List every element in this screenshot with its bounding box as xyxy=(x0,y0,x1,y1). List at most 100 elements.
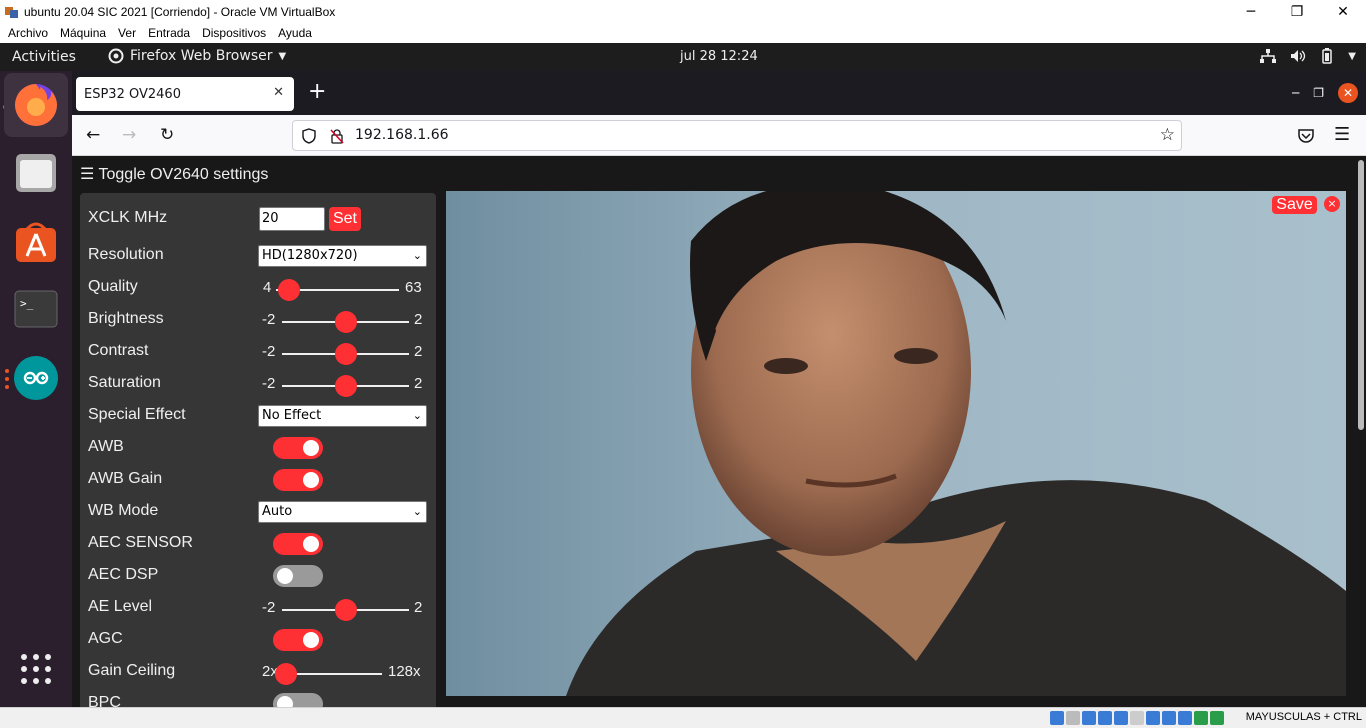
menu-dispositivos[interactable]: Dispositivos xyxy=(196,26,272,40)
recording-icon[interactable] xyxy=(1162,711,1176,725)
aec-sensor-toggle[interactable] xyxy=(273,533,323,555)
dock-terminal[interactable]: >_ xyxy=(4,277,68,341)
clock[interactable]: jul 28 12:24 xyxy=(680,49,758,64)
bpc-toggle[interactable] xyxy=(273,693,323,707)
quality-slider-thumb[interactable] xyxy=(277,279,300,301)
scrollbar[interactable] xyxy=(1358,160,1364,430)
toggle-settings[interactable]: ☰ Toggle OV2640 settings xyxy=(80,164,268,184)
dock-show-apps[interactable] xyxy=(4,637,68,701)
gain-ceiling-row: Gain Ceiling 2x 128x xyxy=(88,658,428,686)
device-status-icons xyxy=(1050,711,1224,725)
gain-ceiling-max: 128x xyxy=(388,663,421,680)
usb-icon[interactable] xyxy=(1114,711,1128,725)
system-tray[interactable]: ▼ xyxy=(1260,48,1356,64)
arduino-icon xyxy=(14,356,58,400)
url-bar[interactable]: 192.168.1.66 ☆ xyxy=(292,120,1182,151)
resolution-select[interactable]: HD(1280x720) ⌄ xyxy=(258,245,427,267)
contrast-max: 2 xyxy=(414,343,423,360)
shared-folders-icon[interactable] xyxy=(1130,711,1144,725)
audio-icon[interactable] xyxy=(1082,711,1096,725)
aec-dsp-row: AEC DSP xyxy=(88,562,428,590)
gain-ceiling-slider-thumb[interactable] xyxy=(275,663,297,685)
dock-arduino[interactable] xyxy=(4,346,68,410)
insecure-lock-icon[interactable] xyxy=(329,128,345,144)
svg-text:>_: >_ xyxy=(20,297,34,310)
contrast-slider-thumb[interactable] xyxy=(334,343,357,365)
ff-close-icon[interactable]: ✕ xyxy=(1338,83,1358,103)
wb-mode-select[interactable]: Auto ⌄ xyxy=(258,501,427,523)
saturation-label: Saturation xyxy=(88,374,161,391)
menu-maquina[interactable]: Máquina xyxy=(54,26,112,40)
ff-maximize-icon[interactable]: ❐ xyxy=(1313,86,1324,100)
terminal-icon: >_ xyxy=(14,290,58,328)
url-text: 192.168.1.66 xyxy=(355,127,449,143)
ae-level-label: AE Level xyxy=(88,598,153,615)
minimize-button[interactable]: ─ xyxy=(1228,0,1274,23)
contrast-row: Contrast -2 2 xyxy=(88,338,428,366)
software-center-icon xyxy=(16,222,56,262)
close-stream-icon[interactable]: × xyxy=(1324,196,1340,212)
ae-level-slider-thumb[interactable] xyxy=(334,599,357,621)
wb-mode-row: WB Mode Auto ⌄ xyxy=(88,498,428,526)
back-arrow-icon[interactable]: ← xyxy=(86,125,100,145)
menu-archivo[interactable]: Archivo xyxy=(2,26,54,40)
hamburger-menu-icon[interactable]: ☰ xyxy=(1334,124,1350,145)
toggle-knob xyxy=(303,632,319,648)
grid-icon xyxy=(21,654,51,684)
mouse-integration-icon[interactable] xyxy=(1194,711,1208,725)
aec-sensor-label: AEC SENSOR xyxy=(88,534,193,551)
resolution-value: HD(1280x720) xyxy=(262,248,358,263)
dock-firefox[interactable] xyxy=(4,73,68,137)
awb-toggle[interactable] xyxy=(273,437,323,459)
save-button[interactable]: Save xyxy=(1272,196,1317,214)
quality-max: 63 xyxy=(405,279,422,296)
gain-ceiling-slider-track[interactable] xyxy=(286,673,382,675)
xclk-set-button[interactable]: Set xyxy=(329,207,361,231)
forward-arrow-icon[interactable]: → xyxy=(122,125,136,145)
shield-icon[interactable] xyxy=(301,128,317,144)
host-key-label: MAYUSCULAS + CTRL xyxy=(1245,711,1362,723)
app-menu[interactable]: Firefox Web Browser ▼ xyxy=(108,48,286,64)
menu-entrada[interactable]: Entrada xyxy=(142,26,196,40)
aec-dsp-toggle[interactable] xyxy=(273,565,323,587)
menu-ayuda[interactable]: Ayuda xyxy=(272,26,318,40)
display-icon[interactable] xyxy=(1146,711,1160,725)
dock-software[interactable] xyxy=(4,209,68,273)
dock-files[interactable] xyxy=(4,141,68,205)
menu-ver[interactable]: Ver xyxy=(112,26,142,40)
ae-level-min: -2 xyxy=(262,599,276,616)
xclk-input[interactable]: 20 xyxy=(259,207,325,231)
toggle-knob xyxy=(303,472,319,488)
close-button[interactable]: ✕ xyxy=(1320,0,1366,23)
agc-toggle[interactable] xyxy=(273,629,323,651)
special-effect-select[interactable]: No Effect ⌄ xyxy=(258,405,427,427)
pocket-icon[interactable] xyxy=(1298,128,1314,143)
activities-button[interactable]: Activities xyxy=(12,49,76,65)
bookmark-star-icon[interactable]: ☆ xyxy=(1160,125,1175,145)
hdd-icon[interactable] xyxy=(1050,711,1064,725)
awb-gain-toggle[interactable] xyxy=(273,469,323,491)
vt-x-icon[interactable] xyxy=(1178,711,1192,725)
bpc-row: BPC xyxy=(88,690,428,707)
brightness-slider-thumb[interactable] xyxy=(334,311,357,333)
network-status-icon[interactable] xyxy=(1098,711,1112,725)
close-tab-icon[interactable]: ✕ xyxy=(273,85,284,100)
tab-title: ESP32 OV2460 xyxy=(84,86,181,102)
quality-min: 4 xyxy=(263,279,272,296)
restore-button[interactable]: ❐ xyxy=(1274,0,1320,23)
saturation-min: -2 xyxy=(262,375,276,392)
contrast-label: Contrast xyxy=(88,342,149,359)
volume-icon xyxy=(1291,50,1306,62)
ae-level-row: AE Level -2 2 xyxy=(88,594,428,622)
new-tab-button[interactable]: + xyxy=(308,81,326,103)
saturation-slider-thumb[interactable] xyxy=(334,375,357,397)
virtualbox-icon xyxy=(5,6,18,18)
ff-minimize-icon[interactable]: ─ xyxy=(1292,86,1299,100)
special-effect-row: Special Effect No Effect ⌄ xyxy=(88,402,428,430)
tab-esp32[interactable]: ESP32 OV2460 ✕ xyxy=(76,77,294,111)
keyboard-icon[interactable] xyxy=(1210,711,1224,725)
xclk-label: XCLK MHz xyxy=(88,209,168,226)
optical-drive-icon[interactable] xyxy=(1066,711,1080,725)
reload-icon[interactable]: ↻ xyxy=(160,125,174,145)
chevron-down-icon: ▼ xyxy=(278,50,287,62)
